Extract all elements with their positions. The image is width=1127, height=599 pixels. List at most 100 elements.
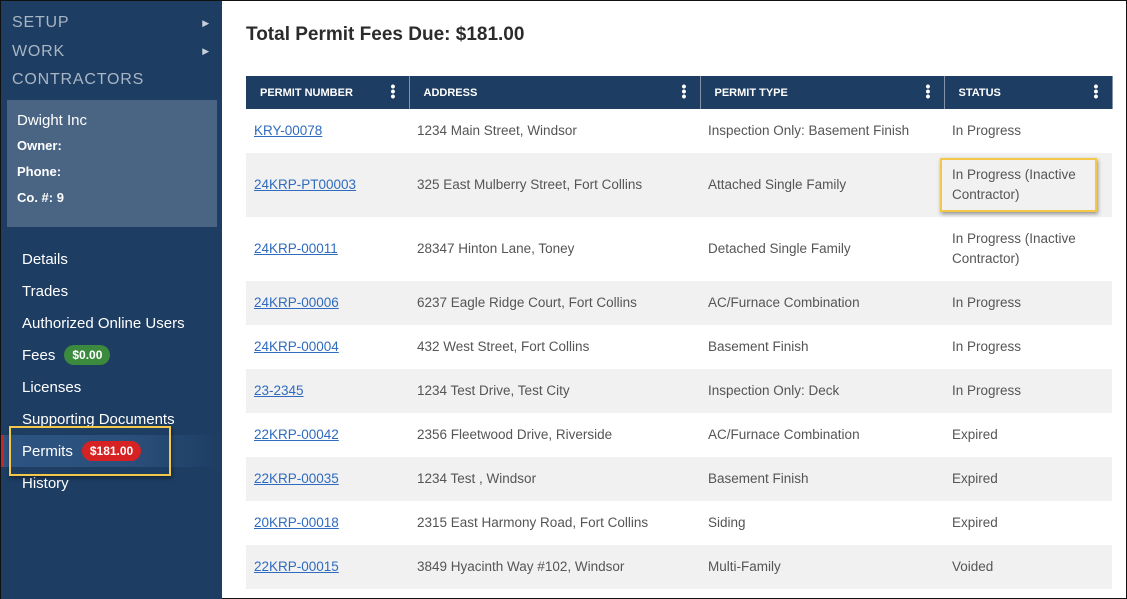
cell-address: 3849 Hyacinth Way #102, Windsor	[409, 545, 700, 589]
sidebar-item-details[interactable]: Details	[1, 243, 222, 275]
sidebar-item-label: History	[22, 474, 69, 492]
column-label: PERMIT NUMBER	[260, 86, 353, 99]
table-row: 24KRP-00006 6237 Eagle Ridge Court, Fort …	[246, 281, 1112, 325]
sidebar-item-label: Trades	[22, 282, 69, 300]
contractor-phone: Phone:	[17, 164, 62, 179]
nav-work-label: WORK	[12, 42, 65, 60]
page-title: Total Permit Fees Due: $181.00	[246, 24, 525, 45]
table-row: 20KRP-00018 2315 East Harmony Road, Fort …	[246, 501, 1112, 545]
caret-right-icon: ▶	[202, 17, 210, 28]
sidebar-item-label: Authorized Online Users	[22, 314, 185, 332]
cell-permit-number: 22KRP-00035	[246, 457, 409, 501]
cell-status: Expired	[952, 427, 998, 442]
permits-table: PERMIT NUMBER • • • ADDRESS • • • PERMIT TYPE •…	[246, 76, 1113, 589]
permit-number-link[interactable]: 23-2345	[254, 383, 304, 398]
column-menu-icon[interactable]: • • •	[391, 79, 396, 103]
cell-permit-number: 20KRP-00018	[246, 501, 409, 545]
cell-permit-type: Attached Single Family	[700, 153, 944, 217]
cell-permit-type: Detached Single Family	[708, 241, 851, 256]
permit-number-link[interactable]: 24KRP-PT00003	[254, 177, 356, 192]
column-menu-icon[interactable]: • • •	[682, 79, 687, 103]
cell-address: 2315 East Harmony Road, Fort Collins	[417, 515, 649, 530]
sidebar-item-permits[interactable]: Permits $181.00	[1, 435, 222, 467]
contractor-owner: Owner:	[17, 138, 62, 153]
permit-number-link[interactable]: KRY-00078	[254, 123, 322, 138]
cell-permit-number: 22KRP-00042	[246, 413, 409, 457]
cell-address: 432 West Street, Fort Collins	[417, 339, 590, 354]
contractor-name: Dwight Inc	[17, 112, 88, 129]
table-row: 22KRP-00042 2356 Fleetwood Drive, Riversi…	[246, 413, 1112, 457]
cell-permit-number: 23-2345	[246, 369, 409, 413]
cell-permit-type: Inspection Only: Deck	[700, 369, 944, 413]
sidebar-item-licenses[interactable]: Licenses	[1, 371, 222, 403]
permit-number-link[interactable]: 24KRP-00006	[254, 295, 339, 310]
nav-setup[interactable]: SETUP ▶	[1, 9, 222, 38]
permit-number-link[interactable]: 22KRP-00035	[254, 471, 339, 486]
permit-number-link[interactable]: 24KRP-00004	[254, 339, 339, 354]
sidebar-item-label: Licenses	[22, 378, 82, 396]
sidebar-item-fees[interactable]: Fees $0.00	[1, 339, 222, 371]
sidebar-item-history[interactable]: History	[1, 467, 222, 499]
permit-number-link[interactable]: 20KRP-00018	[254, 515, 339, 530]
column-header-status[interactable]: STATUS • • •	[944, 76, 1113, 109]
table-row: 24KRP-PT00003 325 East Mulberry Street, F…	[246, 153, 1112, 217]
sidebar: SETUP ▶ WORK ▶ CONTRACTORS Dwight Inc Ow…	[1, 1, 222, 599]
nav-contractors[interactable]: CONTRACTORS	[1, 66, 222, 95]
contractor-card: Dwight Inc Owner: Phone: Co. #: 9	[7, 100, 217, 227]
cell-permit-number: KRY-00078	[246, 109, 409, 153]
permit-number-link[interactable]: 24KRP-00011	[254, 241, 338, 256]
cell-permit-number: 24KRP-00006	[246, 281, 409, 325]
column-menu-icon[interactable]: • • •	[926, 79, 931, 103]
cell-permit-type: Basement Finish	[700, 457, 944, 501]
sidebar-item-label: Details	[22, 250, 68, 268]
sidebar-item-trades[interactable]: Trades	[1, 275, 222, 307]
table-body: KRY-00078 1234 Main Street, Windsor Inspec…	[246, 109, 1112, 589]
cell-status: In Progress	[952, 339, 1022, 354]
fees-badge: $0.00	[64, 345, 111, 365]
sidebar-item-label: Supporting Documents	[22, 410, 175, 428]
nav-setup-label: SETUP	[12, 14, 70, 32]
cell-address: 2356 Fleetwood Drive, Riverside	[417, 427, 613, 442]
cell-address: 28347 Hinton Lane, Toney	[417, 241, 575, 256]
table-header: PERMIT NUMBER • • • ADDRESS • • • PERMIT TYPE •…	[246, 76, 1113, 109]
cell-permit-type: AC/Furnace Combination	[708, 427, 860, 442]
cell-permit-number: 24KRP-00004	[246, 325, 409, 369]
table-row: KRY-00078 1234 Main Street, Windsor Inspec…	[246, 109, 1112, 153]
contractor-company-number: Co. #: 9	[17, 190, 64, 205]
top-nav: SETUP ▶ WORK ▶ CONTRACTORS	[1, 1, 222, 95]
column-label: PERMIT TYPE	[714, 86, 788, 99]
cell-permit-type: Multi-Family	[700, 545, 944, 589]
table-row: 24KRP-00004 432 West Street, Fort Collins…	[246, 325, 1112, 369]
cell-permit-type: Inspection Only: Basement Finish	[708, 123, 910, 138]
table-row: 22KRP-00035 1234 Test , Windsor Basement F…	[246, 457, 1112, 501]
column-menu-icon[interactable]: • • •	[1094, 79, 1099, 103]
column-header-permit-type[interactable]: PERMIT TYPE • • •	[700, 76, 945, 109]
cell-status: In Progress (Inactive Contractor)	[944, 153, 1112, 217]
cell-status: Voided	[944, 545, 1112, 589]
cell-status: In Progress (Inactive Contractor)	[952, 231, 1076, 266]
sidebar-item-authorized-online-users[interactable]: Authorized Online Users	[1, 307, 222, 339]
column-header-address[interactable]: ADDRESS • • •	[409, 76, 701, 109]
cell-address: 325 East Mulberry Street, Fort Collins	[409, 153, 700, 217]
main-content: Total Permit Fees Due: $181.00 PERMIT NU…	[222, 1, 1126, 599]
permits-badge: $181.00	[81, 441, 142, 461]
column-label: ADDRESS	[423, 86, 478, 99]
caret-right-icon: ▶	[202, 46, 210, 57]
cell-permit-number: 24KRP-00011	[246, 217, 409, 281]
cell-permit-number: 22KRP-00015	[246, 545, 409, 589]
cell-status: Expired	[952, 515, 998, 530]
permit-number-link[interactable]: 22KRP-00015	[254, 559, 339, 574]
permit-number-link[interactable]: 22KRP-00042	[254, 427, 339, 442]
nav-work[interactable]: WORK ▶	[1, 38, 222, 67]
cell-address: 1234 Test Drive, Test City	[409, 369, 700, 413]
sidebar-item-supporting-documents[interactable]: Supporting Documents	[1, 403, 222, 435]
cell-permit-type: AC/Furnace Combination	[700, 281, 944, 325]
cell-status: Expired	[944, 457, 1112, 501]
cell-status: In Progress	[952, 123, 1022, 138]
nav-contractors-label: CONTRACTORS	[12, 71, 145, 89]
table-row: 22KRP-00015 3849 Hyacinth Way #102, Winds…	[246, 545, 1112, 589]
cell-permit-type: Basement Finish	[708, 339, 809, 354]
cell-address: 6237 Eagle Ridge Court, Fort Collins	[409, 281, 700, 325]
column-header-permit-number[interactable]: PERMIT NUMBER • • •	[246, 76, 410, 109]
table-row: 24KRP-00011 28347 Hinton Lane, Toney Detac…	[246, 217, 1112, 281]
